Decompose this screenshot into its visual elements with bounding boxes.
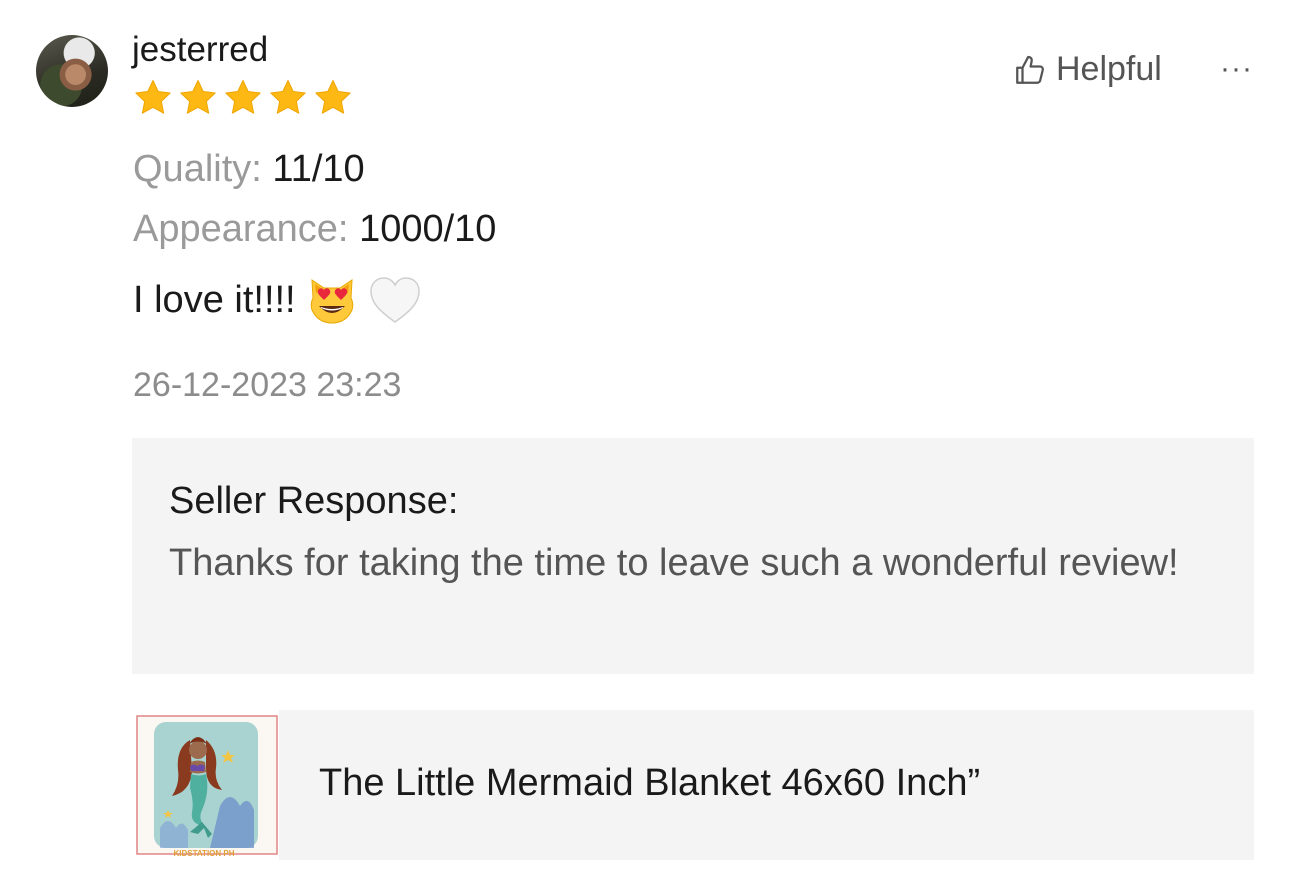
comment-text: I love it!!!! <box>133 278 296 321</box>
seller-response-title: Seller Response: <box>169 480 459 522</box>
star-icon <box>225 80 261 114</box>
helpful-button[interactable]: Helpful <box>1012 50 1162 89</box>
avatar[interactable] <box>36 35 108 107</box>
appearance-rating: Appearance: 1000/10 <box>133 208 496 251</box>
heart-eyes-cat-emoji <box>310 279 353 324</box>
review-comment: I love it!!!! <box>133 274 422 326</box>
quality-rating: Quality: 11/10 <box>133 148 365 191</box>
more-options-button[interactable]: ··· <box>1220 52 1253 86</box>
star-icon <box>270 80 306 114</box>
thumbs-up-icon <box>1016 55 1044 84</box>
star-icon <box>315 80 351 114</box>
product-name: The Little Mermaid Blanket 46x60 Inch” <box>319 762 981 804</box>
review-timestamp: 26-12-2023 23:23 <box>133 366 402 404</box>
seller-response-panel: Seller Response: Thanks for taking the t… <box>132 438 1254 674</box>
mermaid-blanket-image: KIDSTATION PH <box>136 715 278 858</box>
product-thumbnail: KIDSTATION PH <box>132 710 279 860</box>
thumbnail-brand-text: KIDSTATION PH <box>173 849 234 858</box>
username[interactable]: jesterred <box>132 30 268 70</box>
star-icon <box>180 80 216 114</box>
star-icon <box>135 80 171 114</box>
star-rating <box>131 78 355 118</box>
helpful-label: Helpful <box>1056 50 1162 88</box>
appearance-label: Appearance: <box>133 208 349 250</box>
seller-response-text: Thanks for taking the time to leave such… <box>169 542 1179 584</box>
appearance-value: 1000/10 <box>359 208 497 250</box>
quality-value: 11/10 <box>272 148 365 190</box>
white-heart-emoji <box>369 277 420 323</box>
product-link[interactable]: KIDSTATION PH The Little Mermaid Blanket… <box>132 710 1254 860</box>
quality-label: Quality: <box>133 148 262 190</box>
